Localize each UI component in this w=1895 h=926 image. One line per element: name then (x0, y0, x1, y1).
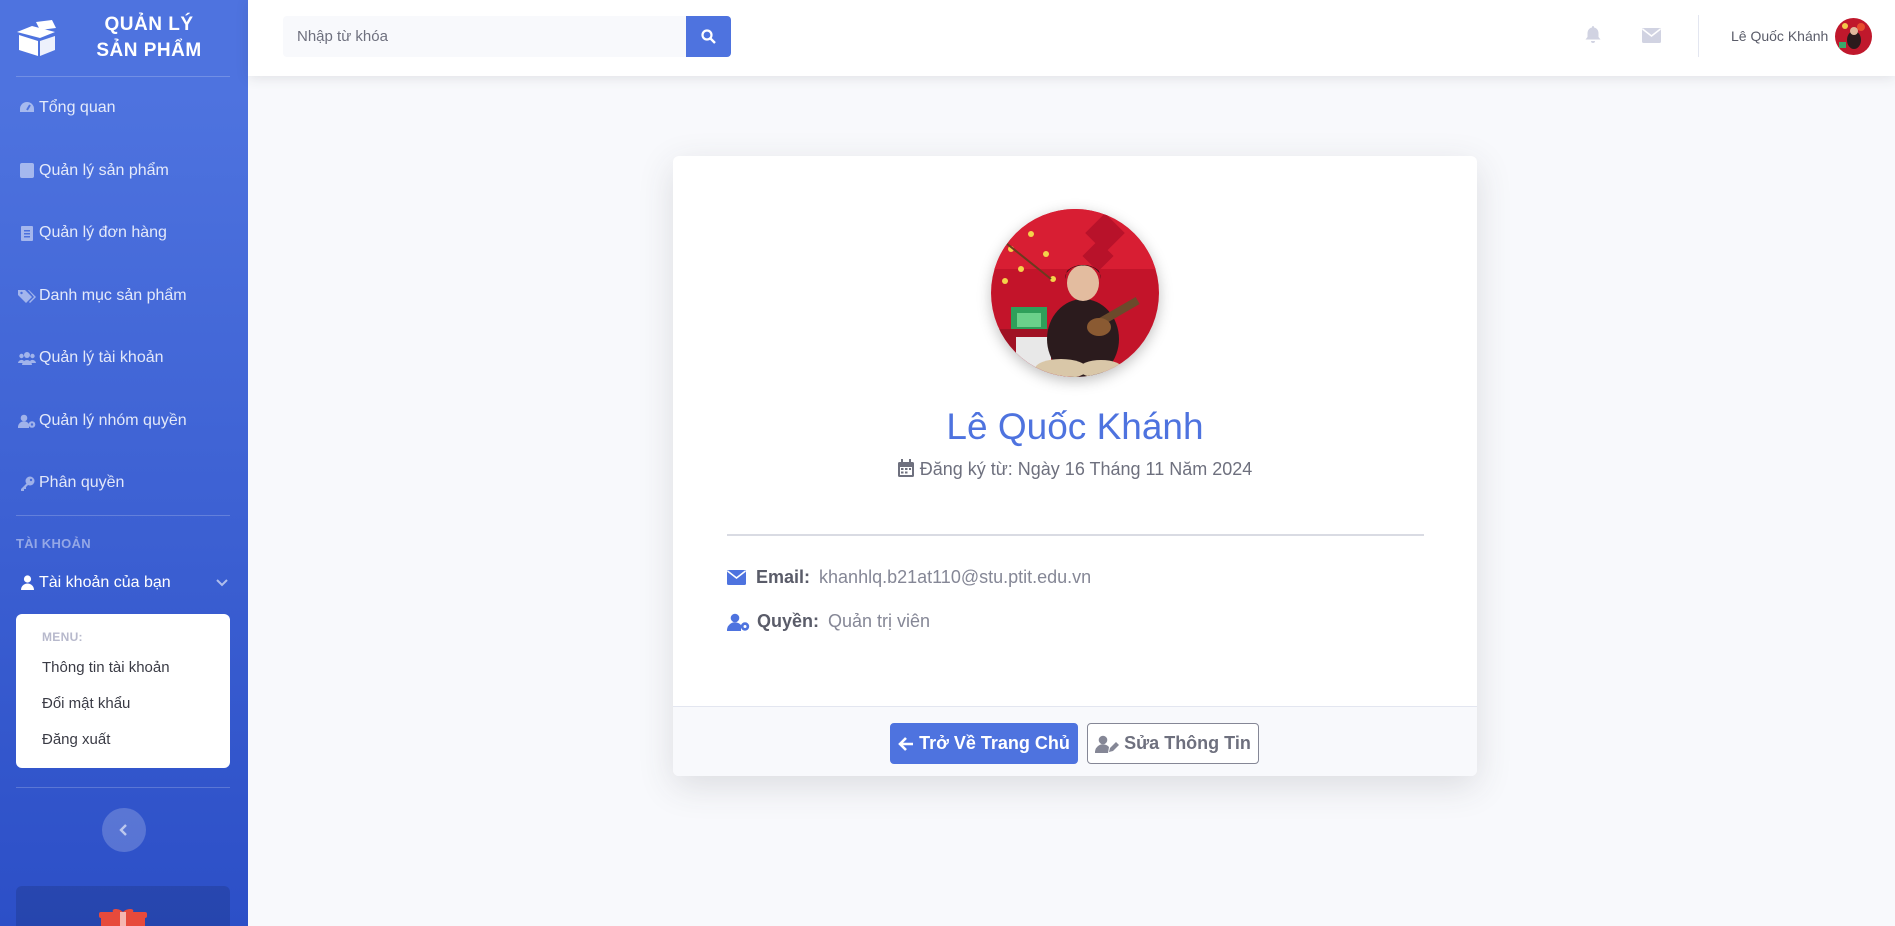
email-value: khanhlq.b21at110@stu.ptit.edu.vn (819, 567, 1092, 587)
topbar-user-name[interactable]: Lê Quốc Khánh (1731, 28, 1828, 44)
receipt-icon (18, 225, 36, 241)
search-icon (701, 29, 716, 44)
sidebar-item-permissions[interactable]: Phân quyền (0, 452, 248, 515)
role-value: Quản trị viên (828, 611, 931, 631)
role-row: Quyền: Quản trị viên (727, 611, 930, 632)
sidebar-toggle-button[interactable] (102, 807, 146, 852)
profile-card: Lê Quốc Khánh Đăng ký từ: Ngày 16 Tháng … (673, 156, 1477, 776)
gift-icon (99, 909, 147, 926)
sidebar-heading-account: TÀI KHOẢN (16, 535, 91, 551)
profile-avatar (991, 209, 1159, 377)
edit-info-button[interactable]: Sửa Thông Tin (1087, 723, 1259, 764)
sidebar-item-accounts[interactable]: Quản lý tài khoản (0, 327, 248, 390)
user-edit-icon (1095, 735, 1120, 753)
user-icon (18, 575, 36, 591)
sidebar-item-orders[interactable]: Quản lý đơn hàng (0, 202, 248, 265)
submenu-item-account-info[interactable]: Thông tin tài khoản (16, 650, 230, 686)
user-cog-icon (727, 613, 750, 631)
registered-text: Đăng ký từ: Ngày 16 Tháng 11 Năm 2024 (919, 459, 1253, 479)
box-open-icon (17, 20, 56, 56)
users-icon (18, 350, 36, 366)
sidebar-item-products[interactable]: Quản lý sản phẩm (0, 140, 248, 203)
search-button[interactable] (686, 16, 731, 57)
calendar-icon (897, 459, 914, 477)
sidebar-item-categories[interactable]: Danh mục sản phẩm (0, 265, 248, 328)
card-footer: Trở Về Trang Chủ Sửa Thông Tin (673, 706, 1477, 776)
user-cog-icon (18, 413, 36, 429)
topbar-divider (1698, 15, 1699, 57)
box-icon (18, 163, 36, 179)
sidebar-item-your-account[interactable]: Tài khoản của bạn (0, 562, 248, 604)
search-input[interactable] (283, 16, 686, 57)
submenu-header: MENU: (42, 629, 83, 644)
search-form (283, 16, 731, 57)
back-home-label: Trở Về Trang Chủ (919, 733, 1070, 753)
brand[interactable]: QUẢN LÝ SẢN PHẨM (0, 0, 248, 76)
sidebar-item-label: Danh mục sản phẩm (39, 286, 187, 304)
sidebar-item-label: Quản lý tài khoản (39, 349, 164, 367)
sidebar-divider (16, 786, 230, 788)
submenu-item-change-password[interactable]: Đổi mật khẩu (16, 686, 230, 722)
profile-name: Lê Quốc Khánh (946, 406, 1204, 447)
sidebar-item-label: Tài khoản của bạn (39, 573, 171, 591)
sidebar-item-label: Phân quyền (39, 474, 125, 492)
submenu-item-logout[interactable]: Đăng xuất (16, 722, 230, 758)
sidebar-item-label: Quản lý đơn hàng (39, 224, 167, 242)
edit-info-label: Sửa Thông Tin (1124, 733, 1251, 753)
bell-icon[interactable] (1585, 26, 1601, 49)
sidebar: QUẢN LÝ SẢN PHẨM Tổng quan Quản lý sản p… (0, 0, 248, 926)
topbar: Lê Quốc Khánh (248, 0, 1895, 76)
chevron-left-icon (119, 823, 127, 836)
back-home-button[interactable]: Trở Về Trang Chủ (890, 723, 1078, 764)
email-label: Email: (756, 567, 811, 587)
sidebar-item-role-groups[interactable]: Quản lý nhóm quyền (0, 390, 248, 453)
sidebar-item-label: Tổng quan (39, 99, 116, 117)
key-icon (18, 475, 36, 491)
profile-registered-date: Đăng ký từ: Ngày 16 Tháng 11 Năm 2024 (673, 459, 1477, 480)
avatar[interactable] (1835, 18, 1872, 55)
tachometer-icon (18, 100, 36, 116)
sidebar-item-overview[interactable]: Tổng quan (0, 77, 248, 140)
envelope-icon[interactable] (1642, 28, 1661, 48)
sidebar-promo-card (16, 886, 230, 926)
role-label: Quyền: (757, 611, 820, 631)
email-row: Email: khanhlq.b21at110@stu.ptit.edu.vn (727, 567, 1091, 588)
account-submenu: MENU: Thông tin tài khoản Đổi mật khẩu Đ… (16, 613, 230, 768)
arrow-left-icon (898, 736, 914, 751)
card-divider (727, 534, 1424, 536)
chevron-down-icon (216, 574, 228, 592)
envelope-icon (727, 570, 746, 585)
brand-line-1: QUẢN LÝ (104, 14, 194, 35)
sidebar-item-label: Quản lý sản phẩm (39, 161, 169, 179)
tags-icon (18, 288, 36, 304)
brand-title: QUẢN LÝ SẢN PHẨM (58, 12, 248, 64)
brand-line-2: SẢN PHẨM (96, 40, 202, 61)
sidebar-item-label: Quản lý nhóm quyền (39, 411, 187, 429)
